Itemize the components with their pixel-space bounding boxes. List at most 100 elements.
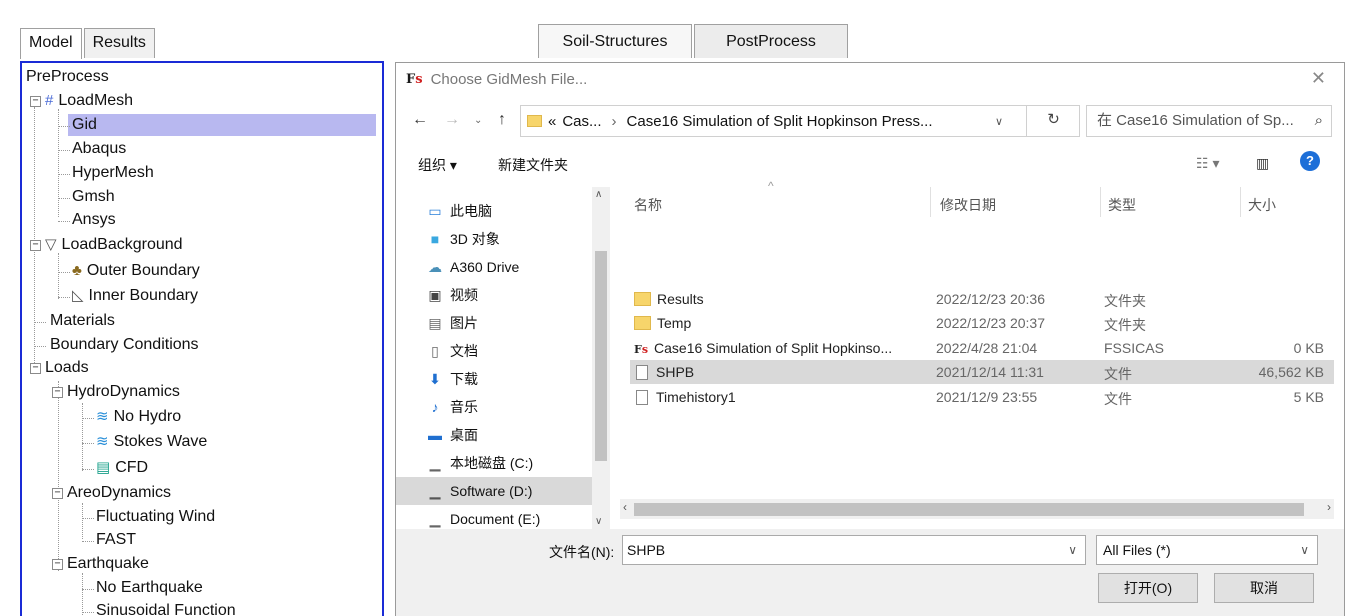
address-segment[interactable]: Cas... xyxy=(562,113,601,130)
filetype-select[interactable]: All Files (*) ∨ xyxy=(1096,535,1318,565)
nav-item-desktop[interactable]: ▬ 桌面 xyxy=(396,421,592,449)
nav-item-documents[interactable]: ▯ 文档 xyxy=(396,337,592,365)
scroll-thumb[interactable] xyxy=(595,251,607,461)
file-date: 2022/12/23 20:36 xyxy=(936,291,1045,307)
organize-button[interactable]: 组织 ▾ xyxy=(418,155,457,175)
tree-item-sinusoidal-function[interactable]: Sinusoidal Function xyxy=(96,600,236,616)
tree-item-boundary-conditions[interactable]: Boundary Conditions xyxy=(50,334,199,356)
chevron-down-icon[interactable]: ∨ xyxy=(995,115,1003,128)
file-row[interactable]: SHPB 2021/12/14 11:31 文件 46,562 KB xyxy=(630,360,1334,384)
chevron-down-icon[interactable]: ∨ xyxy=(1300,536,1309,564)
column-header-size[interactable]: 大小 xyxy=(1248,195,1276,215)
tree-item-loads[interactable]: − Loads xyxy=(30,357,89,379)
address-bar[interactable]: « Cas... › Case16 Simulation of Split Ho… xyxy=(520,105,1080,137)
tree-item-hydrodynamics[interactable]: − HydroDynamics xyxy=(52,381,180,403)
collapse-toggle-icon[interactable]: − xyxy=(30,239,41,251)
collapse-toggle-icon[interactable]: − xyxy=(52,487,63,499)
nav-item-drive-c[interactable]: ▁ 本地磁盘 (C:) xyxy=(396,449,592,477)
help-icon[interactable]: ? xyxy=(1300,151,1320,171)
nav-item-a360-drive[interactable]: ☁ A360 Drive xyxy=(396,253,592,281)
tab-model[interactable]: Model xyxy=(20,28,82,59)
tree-item-loadmesh[interactable]: − # LoadMesh xyxy=(30,90,133,112)
chevron-down-icon[interactable]: ⌄ xyxy=(474,115,482,126)
view-options-icon[interactable]: ☷ ▾ xyxy=(1196,155,1219,172)
tree-item-hypermesh[interactable]: HyperMesh xyxy=(72,162,154,184)
file-list-scrollbar[interactable]: ‹ › xyxy=(620,499,1334,519)
file-row[interactable]: Temp 2022/12/23 20:37 文件夹 xyxy=(630,311,1334,335)
tree-item-inner-boundary[interactable]: ◺ Inner Boundary xyxy=(72,285,198,307)
cancel-button[interactable]: 取消 xyxy=(1214,573,1314,603)
new-folder-button[interactable]: 新建文件夹 xyxy=(498,155,568,175)
nav-item-downloads[interactable]: ⬇ 下载 xyxy=(396,365,592,393)
file-row[interactable]: Results 2022/12/23 20:36 文件夹 xyxy=(630,287,1334,311)
collapse-toggle-icon[interactable]: − xyxy=(30,95,41,107)
tab-results[interactable]: Results xyxy=(83,28,155,58)
file-row[interactable]: Timehistory1 2021/12/9 23:55 文件 5 KB xyxy=(630,385,1334,409)
nav-item-drive-d[interactable]: ▁ Software (D:) xyxy=(396,477,592,505)
navigation-pane[interactable]: ▭ 此电脑 ■ 3D 对象 ☁ A360 Drive ▣ 视频 ▤ 图片 ▯ 文档 ⬇ 下载 … xyxy=(396,187,610,529)
up-arrow-icon[interactable]: ↑ xyxy=(498,111,506,129)
tree-item-fast[interactable]: FAST xyxy=(96,529,136,551)
nav-item-drive-e[interactable]: ▁ Document (E:) xyxy=(396,505,592,529)
tree-item-outer-boundary[interactable]: ♣ Outer Boundary xyxy=(72,260,200,282)
tree-item-gid[interactable]: Gid xyxy=(68,114,376,136)
scroll-thumb[interactable] xyxy=(634,503,1304,516)
scroll-down-icon[interactable]: ∨ xyxy=(595,516,602,527)
tree-item-preprocess[interactable]: PreProcess xyxy=(26,66,109,88)
scroll-up-icon[interactable]: ∧ xyxy=(595,189,602,200)
tree-label: Fluctuating Wind xyxy=(96,508,216,525)
nav-item-music[interactable]: ♪ 音乐 xyxy=(396,393,592,421)
chevron-down-icon[interactable]: ∨ xyxy=(1068,536,1077,564)
tree-item-stokes-wave[interactable]: ≋ Stokes Wave xyxy=(96,431,207,453)
column-header-date[interactable]: 修改日期 xyxy=(940,195,996,215)
nav-scrollbar[interactable]: ∧ ∨ xyxy=(592,187,610,529)
tree-item-loadbackground[interactable]: − ▽ LoadBackground xyxy=(30,234,183,256)
tree-item-no-earthquake[interactable]: No Earthquake xyxy=(96,577,203,599)
tree-label: Loads xyxy=(45,359,89,376)
tree-item-areodynamics[interactable]: − AreoDynamics xyxy=(52,482,171,504)
file-date: 2021/12/14 11:31 xyxy=(936,364,1044,380)
open-button[interactable]: 打开(O) xyxy=(1098,573,1198,603)
close-icon[interactable]: ✕ xyxy=(1311,68,1326,89)
column-header-name[interactable]: 名称 xyxy=(634,195,662,215)
tree-item-no-hydro[interactable]: ≋ No Hydro xyxy=(96,406,181,428)
filename-input[interactable]: SHPB ∨ xyxy=(622,535,1086,565)
scroll-right-icon[interactable]: › xyxy=(1327,500,1331,514)
collapse-toggle-icon[interactable]: − xyxy=(30,362,41,374)
collapse-toggle-icon[interactable]: − xyxy=(52,558,63,570)
tree-item-abaqus[interactable]: Abaqus xyxy=(72,138,126,160)
tree-item-gmsh[interactable]: Gmsh xyxy=(72,186,115,208)
tree-item-fluctuating-wind[interactable]: Fluctuating Wind xyxy=(96,506,215,528)
tab-postprocess[interactable]: PostProcess xyxy=(694,24,848,58)
search-input[interactable]: 在 Case16 Simulation of Sp... ⌕ xyxy=(1086,105,1332,137)
back-arrow-icon[interactable]: ← xyxy=(412,111,428,129)
drive-icon: ▁ xyxy=(429,482,441,499)
model-tree[interactable]: PreProcess − # LoadMesh Gid Abaqus Hyper… xyxy=(20,61,384,616)
file-name: Timehistory1 xyxy=(656,389,736,405)
nav-item-videos[interactable]: ▣ 视频 xyxy=(396,281,592,309)
tree-item-cfd[interactable]: ▤ CFD xyxy=(96,457,148,479)
tree-item-earthquake[interactable]: − Earthquake xyxy=(52,553,149,575)
forward-arrow-icon[interactable]: → xyxy=(444,111,460,129)
nav-item-this-pc[interactable]: ▭ 此电脑 xyxy=(396,197,592,225)
file-name: Results xyxy=(657,291,704,307)
file-icon xyxy=(636,365,648,380)
column-header-type[interactable]: 类型 xyxy=(1108,195,1136,215)
file-row[interactable]: Fs Case16 Simulation of Split Hopkinso...… xyxy=(630,336,1334,360)
address-overflow[interactable]: « xyxy=(548,113,556,130)
file-name: Temp xyxy=(657,315,692,331)
nav-item-3d-objects[interactable]: ■ 3D 对象 xyxy=(396,225,592,253)
refresh-icon[interactable]: ↻ xyxy=(1026,105,1080,137)
tree-item-materials[interactable]: Materials xyxy=(50,310,115,332)
sort-indicator-icon: ^ xyxy=(768,179,774,193)
address-segment[interactable]: Case16 Simulation of Split Hopkinson Pre… xyxy=(627,113,933,130)
tab-soil-structures[interactable]: Soil-Structures xyxy=(538,24,692,58)
collapse-toggle-icon[interactable]: − xyxy=(52,386,63,398)
search-icon[interactable]: ⌕ xyxy=(1315,106,1323,136)
file-list[interactable]: ^ 名称 修改日期 类型 大小 Results 2022/12/23 20:36… xyxy=(620,179,1334,529)
tree-item-ansys[interactable]: Ansys xyxy=(72,209,116,231)
preview-pane-icon[interactable]: ▥ xyxy=(1256,155,1269,172)
nav-item-pictures[interactable]: ▤ 图片 xyxy=(396,309,592,337)
scroll-left-icon[interactable]: ‹ xyxy=(623,500,627,514)
tree-label: CFD xyxy=(115,459,149,476)
